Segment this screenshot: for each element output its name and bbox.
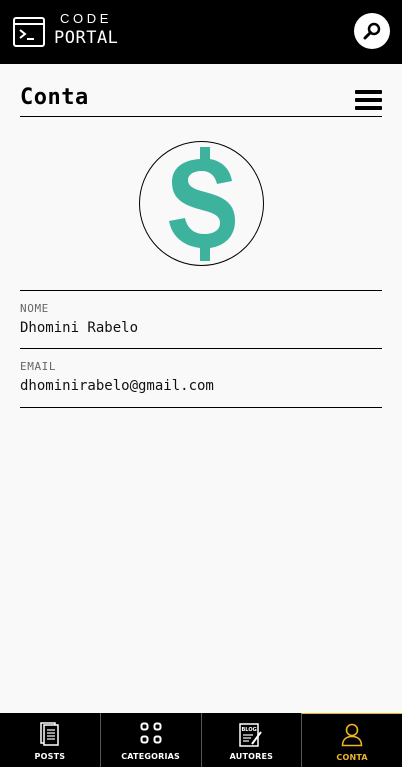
- name-value: Dhomini Rabelo: [20, 320, 139, 336]
- brand-name-top: CODE: [60, 11, 112, 26]
- title-divider: [20, 116, 382, 117]
- blog-icon: BLOG: [239, 723, 263, 747]
- field-divider: [20, 348, 382, 349]
- name-label: NOME: [20, 302, 49, 315]
- search-button[interactable]: [354, 13, 390, 49]
- dollar-sign-icon: [169, 147, 235, 261]
- nav-item-posts[interactable]: POSTS: [0, 713, 100, 767]
- nav-label-conta: CONTA: [336, 753, 368, 762]
- email-label: EMAIL: [20, 360, 57, 373]
- page-title: Conta: [20, 85, 89, 110]
- grid-icon: [140, 722, 162, 744]
- hamburger-menu-icon[interactable]: [355, 90, 382, 110]
- document-icon: [40, 722, 59, 746]
- nav-item-autores[interactable]: BLOG AUTORES: [200, 713, 302, 767]
- terminal-icon[interactable]: [13, 17, 45, 47]
- user-icon: [341, 723, 363, 747]
- field-divider: [20, 407, 382, 408]
- avatar: [139, 141, 264, 266]
- app-header: CODE PORTAL: [0, 0, 402, 64]
- nav-label-categorias: CATEGORIAS: [121, 752, 181, 761]
- email-value: dhominirabelo@gmail.com: [20, 378, 214, 394]
- nav-item-conta[interactable]: CONTA: [301, 713, 402, 767]
- nav-label-posts: POSTS: [34, 752, 66, 761]
- search-icon: [363, 22, 381, 40]
- field-divider: [20, 290, 382, 291]
- brand-name-bottom: PORTAL: [54, 28, 119, 48]
- nav-item-categorias[interactable]: CATEGORIAS: [99, 713, 201, 767]
- nav-label-autores: AUTORES: [229, 752, 274, 761]
- bottom-nav: POSTS CATEGORIAS BLOG AUTORES CONTA: [0, 713, 402, 767]
- blog-icon-text: BLOG: [242, 727, 257, 733]
